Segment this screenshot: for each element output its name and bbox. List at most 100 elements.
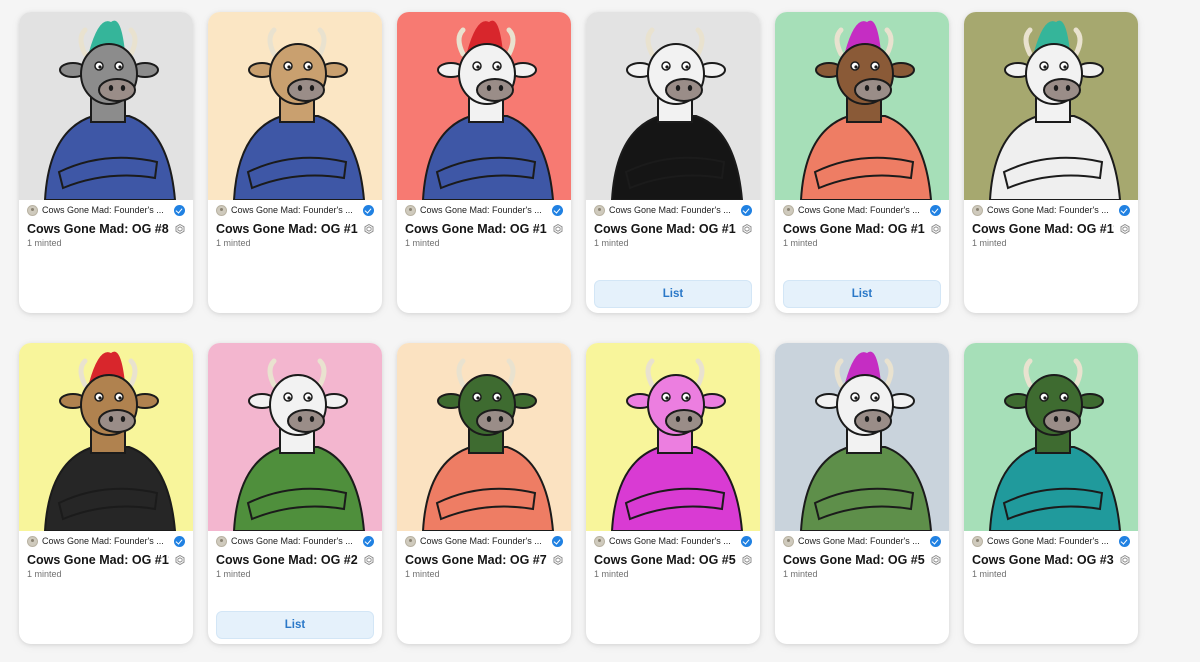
cow-artwork-image — [208, 12, 382, 200]
collection-name[interactable]: Cows Gone Mad: Founder's ... — [987, 205, 1115, 215]
collection-name[interactable]: Cows Gone Mad: Founder's ... — [420, 205, 548, 215]
collection-name[interactable]: Cows Gone Mad: Founder's ... — [798, 536, 926, 546]
nft-card[interactable]: Cows Gone Mad: Founder's ... Cows Gone M… — [964, 343, 1138, 644]
collection-avatar — [27, 204, 38, 216]
nft-card[interactable]: Cows Gone Mad: Founder's ... Cows Gone M… — [775, 343, 949, 644]
network-icon — [1120, 554, 1130, 565]
nft-artwork[interactable] — [19, 343, 193, 531]
list-button[interactable]: List — [783, 280, 941, 308]
collection-avatar — [405, 204, 416, 216]
minted-status: 1 minted — [216, 569, 251, 579]
minted-status: 1 minted — [972, 238, 1007, 248]
network-icon — [364, 554, 374, 565]
minted-status: 1 minted — [783, 569, 818, 579]
list-button[interactable]: List — [594, 280, 752, 308]
collection-avatar — [972, 535, 983, 547]
minted-status: 1 minted — [405, 238, 440, 248]
nft-card[interactable]: Cows Gone Mad: Founder's ... Cows Gone M… — [397, 343, 571, 644]
cow-artwork-image — [19, 343, 193, 531]
nft-card[interactable]: Cows Gone Mad: Founder's ... Cows Gone M… — [586, 12, 760, 313]
cow-artwork-image — [775, 343, 949, 531]
network-icon — [742, 223, 752, 234]
minted-status: 1 minted — [216, 238, 251, 248]
item-title[interactable]: Cows Gone Mad: OG #1... — [594, 222, 736, 236]
nft-artwork[interactable] — [964, 343, 1138, 531]
nft-card[interactable]: Cows Gone Mad: Founder's ... Cows Gone M… — [19, 343, 193, 644]
nft-artwork[interactable] — [586, 343, 760, 531]
nft-card[interactable]: Cows Gone Mad: Founder's ... Cows Gone M… — [397, 12, 571, 313]
cow-artwork-image — [397, 12, 571, 200]
collection-avatar — [216, 204, 227, 216]
item-title[interactable]: Cows Gone Mad: OG #1... — [405, 222, 547, 236]
nft-card[interactable]: Cows Gone Mad: Founder's ... Cows Gone M… — [964, 12, 1138, 313]
item-title[interactable]: Cows Gone Mad: OG #765 — [405, 553, 547, 567]
cow-artwork-image — [586, 343, 760, 531]
nft-artwork[interactable] — [19, 12, 193, 200]
verified-badge-icon — [1119, 204, 1130, 216]
minted-status: 1 minted — [594, 238, 629, 248]
nft-artwork[interactable] — [397, 343, 571, 531]
cow-artwork-image — [586, 12, 760, 200]
verified-badge-icon — [174, 535, 185, 547]
item-title[interactable]: Cows Gone Mad: OG #1... — [216, 222, 358, 236]
nft-artwork[interactable] — [397, 12, 571, 200]
verified-badge-icon — [363, 204, 374, 216]
list-button[interactable]: List — [216, 611, 374, 639]
nft-artwork[interactable] — [208, 343, 382, 531]
collection-avatar — [27, 535, 38, 547]
nft-card[interactable]: Cows Gone Mad: Founder's ... Cows Gone M… — [775, 12, 949, 313]
collection-avatar — [405, 535, 416, 547]
collection-avatar — [972, 204, 983, 216]
minted-status: 1 minted — [972, 569, 1007, 579]
nft-artwork[interactable] — [586, 12, 760, 200]
collection-name[interactable]: Cows Gone Mad: Founder's ... — [609, 205, 737, 215]
cow-artwork-image — [208, 343, 382, 531]
network-icon — [175, 554, 185, 565]
item-title[interactable]: Cows Gone Mad: OG #11... — [27, 553, 169, 567]
nft-card[interactable]: Cows Gone Mad: Founder's ... Cows Gone M… — [208, 12, 382, 313]
collection-avatar — [594, 204, 605, 216]
nft-card[interactable]: Cows Gone Mad: Founder's ... Cows Gone M… — [586, 343, 760, 644]
nft-card[interactable]: Cows Gone Mad: Founder's ... Cows Gone M… — [19, 12, 193, 313]
nft-grid: Cows Gone Mad: Founder's ... Cows Gone M… — [0, 0, 1200, 662]
network-icon — [931, 223, 941, 234]
collection-name[interactable]: Cows Gone Mad: Founder's ... — [231, 536, 359, 546]
cow-artwork-image — [19, 12, 193, 200]
collection-name[interactable]: Cows Gone Mad: Founder's ... — [420, 536, 548, 546]
item-title[interactable]: Cows Gone Mad: OG #11... — [972, 222, 1114, 236]
collection-name[interactable]: Cows Gone Mad: Founder's ... — [42, 536, 170, 546]
minted-status: 1 minted — [405, 569, 440, 579]
verified-badge-icon — [1119, 535, 1130, 547]
nft-artwork[interactable] — [208, 12, 382, 200]
verified-badge-icon — [741, 535, 752, 547]
collection-avatar — [216, 535, 227, 547]
network-icon — [175, 223, 185, 234]
item-title[interactable]: Cows Gone Mad: OG #574 — [594, 553, 736, 567]
nft-card[interactable]: Cows Gone Mad: Founder's ... Cows Gone M… — [208, 343, 382, 644]
network-icon — [364, 223, 374, 234]
collection-name[interactable]: Cows Gone Mad: Founder's ... — [609, 536, 737, 546]
minted-status: 1 minted — [594, 569, 629, 579]
verified-badge-icon — [363, 535, 374, 547]
minted-status: 1 minted — [27, 569, 62, 579]
item-title[interactable]: Cows Gone Mad: OG #1... — [783, 222, 925, 236]
collection-name[interactable]: Cows Gone Mad: Founder's ... — [42, 205, 170, 215]
verified-badge-icon — [930, 204, 941, 216]
nft-artwork[interactable] — [964, 12, 1138, 200]
nft-artwork[interactable] — [775, 12, 949, 200]
item-title[interactable]: Cows Gone Mad: OG #2... — [216, 553, 358, 567]
collection-name[interactable]: Cows Gone Mad: Founder's ... — [987, 536, 1115, 546]
collection-avatar — [594, 535, 605, 547]
item-title[interactable]: Cows Gone Mad: OG #338 — [972, 553, 1114, 567]
network-icon — [931, 554, 941, 565]
item-title[interactable]: Cows Gone Mad: OG #527 — [783, 553, 925, 567]
collection-name[interactable]: Cows Gone Mad: Founder's ... — [798, 205, 926, 215]
cow-artwork-image — [397, 343, 571, 531]
cow-artwork-image — [964, 12, 1138, 200]
cow-artwork-image — [964, 343, 1138, 531]
collection-name[interactable]: Cows Gone Mad: Founder's ... — [231, 205, 359, 215]
item-title[interactable]: Cows Gone Mad: OG #869 — [27, 222, 169, 236]
collection-avatar — [783, 204, 794, 216]
network-icon — [742, 554, 752, 565]
nft-artwork[interactable] — [775, 343, 949, 531]
